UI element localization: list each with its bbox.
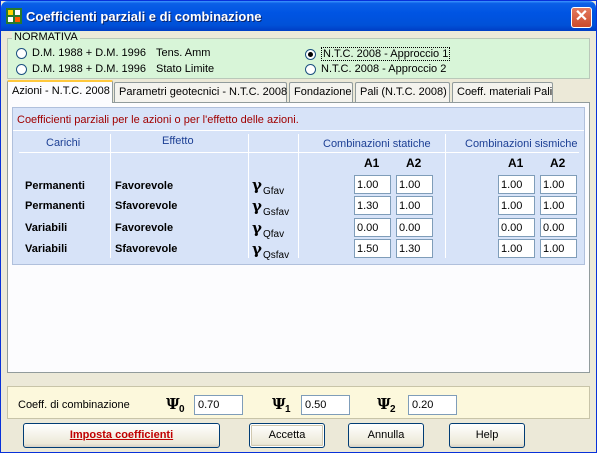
qfav-stat-a1-input[interactable] [354,218,391,237]
gfav-stat-a1-input[interactable] [354,175,391,194]
tab-panel-azioni: Coefficienti parziali per le azioni o pe… [7,102,590,373]
carico-cell: Variabili [25,222,68,234]
radio-dm-stato-limite[interactable]: D.M. 1988 + D.M. 1996 Stato Limite [16,63,214,75]
carico-cell: Permanenti [25,200,85,212]
gsfav-stat-a2-input[interactable] [396,196,433,215]
accetta-button[interactable]: Accetta [249,423,325,448]
gsfav-sism-a1-input[interactable] [498,196,535,215]
effetto-cell: Favorevole [115,222,174,234]
azioni-panel: Coefficienti parziali per le azioni o pe… [12,107,585,265]
qsfav-sism-a2-input[interactable] [540,239,577,258]
gamma-subscript: Gfav [263,186,285,197]
psi1-subscript: 1 [285,404,291,415]
header-sism-a1: A1 [508,156,524,170]
radio-label: D.M. 1988 + D.M. 1996 [32,47,147,59]
gfav-stat-a2-input[interactable] [396,175,433,194]
radio-label: D.M. 1988 + D.M. 1996 [32,63,147,75]
gsfav-sism-a2-input[interactable] [540,196,577,215]
qfav-sism-a2-input[interactable] [540,218,577,237]
qfav-sism-a1-input[interactable] [498,218,535,237]
annulla-button[interactable]: Annulla [348,423,424,448]
psi1-symbol: Ψ [272,395,286,413]
radio-detail: Stato Limite [156,63,215,75]
psi0-input[interactable] [194,395,243,415]
divider [13,130,584,131]
qsfav-sism-a1-input[interactable] [498,239,535,258]
radio-label: N.T.C. 2008 - Approccio 2 [321,63,447,75]
carico-cell: Permanenti [25,180,85,192]
divider [19,152,579,153]
effetto-cell: Sfavorevole [115,200,178,212]
radio-button[interactable] [305,63,316,75]
radio-ntc-approccio-1[interactable]: N.T.C. 2008 - Approccio 1 [305,47,451,61]
radio-button-selected[interactable] [305,48,316,60]
tab-coeff-materiali-pali[interactable]: Coeff. materiali Pali [452,82,553,102]
tab-fondazione[interactable]: Fondazione [289,82,353,102]
effetto-cell: Favorevole [115,180,174,192]
normativa-group: NORMATIVA D.M. 1988 + D.M. 1996 Tens. Amm… [7,31,590,79]
tab-azioni[interactable]: Azioni - N.T.C. 2008 [7,80,113,103]
radio-label: N.T.C. 2008 - Approccio 1 [321,47,451,61]
psi2-subscript: 2 [390,404,396,415]
radio-ntc-approccio-2[interactable]: N.T.C. 2008 - Approccio 2 [305,63,446,75]
close-icon: ✕ [574,8,589,25]
psi0-symbol: Ψ [166,395,180,413]
effetto-cell: Sfavorevole [115,243,178,255]
gfav-sism-a2-input[interactable] [540,175,577,194]
radio-button[interactable] [16,63,27,75]
radio-dm-tens-amm[interactable]: D.M. 1988 + D.M. 1996 Tens. Amm [16,47,210,59]
normativa-legend: NORMATIVA [12,31,80,43]
psi1-input[interactable] [301,395,350,415]
radio-detail: Tens. Amm [156,47,211,59]
title-bar[interactable]: Coefficienti parziali e di combinazione … [1,1,596,31]
header-combinazioni-sismiche: Combinazioni sismiche [465,138,578,150]
qfav-stat-a2-input[interactable] [396,218,433,237]
dialog-window: Coefficienti parziali e di combinazione … [0,0,597,453]
header-stat-a1: A1 [364,156,380,170]
combinazione-label: Coeff. di combinazione [18,399,130,411]
header-carichi: Carichi [46,137,81,149]
gamma-subscript: Qsfav [263,250,290,261]
qsfav-stat-a2-input[interactable] [396,239,433,258]
psi2-input[interactable] [408,395,457,415]
gamma-symbol: γ [252,219,262,237]
combinazione-panel: Coeff. di combinazione Ψ 0 Ψ 1 Ψ 2 [7,386,590,419]
gfav-sism-a1-input[interactable] [498,175,535,194]
radio-button[interactable] [16,47,27,59]
app-icon [6,8,22,24]
psi0-subscript: 0 [179,404,185,415]
psi2-symbol: Ψ [377,395,391,413]
window-title: Coefficienti parziali e di combinazione [26,9,262,24]
gamma-symbol: γ [252,176,262,194]
header-effetto: Effetto [162,135,194,147]
header-combinazioni-statiche: Combinazioni statiche [323,138,431,150]
close-button[interactable]: ✕ [571,7,592,28]
qsfav-stat-a1-input[interactable] [354,239,391,258]
header-stat-a2: A2 [406,156,422,170]
tab-parametri-geotecnici[interactable]: Parametri geotecnici - N.T.C. 2008 [114,82,287,102]
gamma-symbol: γ [252,240,262,258]
coefficienti-table: Carichi Effetto Combinazioni statiche Co… [19,134,579,261]
imposta-coefficienti-button[interactable]: Imposta coefficienti [23,423,220,448]
gamma-symbol: γ [252,197,262,215]
gamma-subscript: Qfav [263,229,285,240]
azioni-caption: Coefficienti parziali per le azioni o pe… [17,114,299,126]
gsfav-stat-a1-input[interactable] [354,196,391,215]
gamma-subscript: Gsfav [263,207,290,218]
carico-cell: Variabili [25,243,68,255]
help-button[interactable]: Help [449,423,525,448]
tab-pali[interactable]: Pali (N.T.C. 2008) [355,82,450,102]
header-sism-a2: A2 [550,156,566,170]
